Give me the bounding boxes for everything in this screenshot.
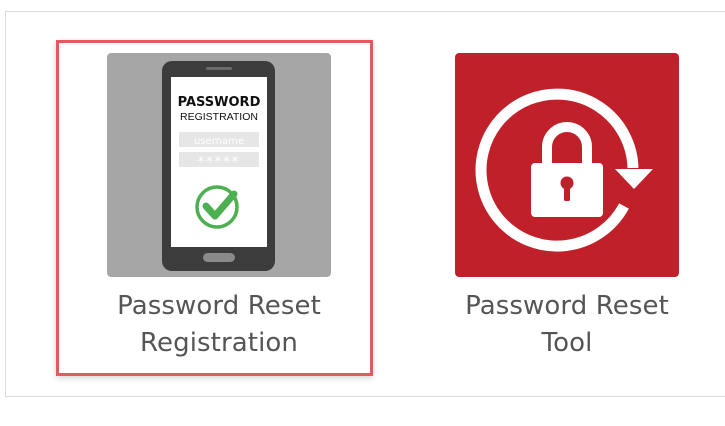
app-tile-label: Password Reset Registration bbox=[107, 288, 331, 362]
app-tile-label-line1: Password Reset bbox=[117, 291, 321, 321]
screen-title-text: PASSWORD bbox=[178, 95, 261, 110]
screen-password-mask-text: ***** bbox=[198, 155, 241, 170]
phone-password-registration-icon: PASSWORD REGISTRATION username ***** bbox=[107, 53, 331, 277]
app-tile-label-line2: Registration bbox=[140, 328, 298, 358]
app-tile-label-line2: Tool bbox=[541, 328, 593, 358]
app-tile-password-reset-tool[interactable]: Password Reset Tool bbox=[455, 53, 679, 362]
screen-subtitle-text: REGISTRATION bbox=[180, 111, 258, 123]
app-tile-password-reset-registration[interactable]: PASSWORD REGISTRATION username ***** Pas… bbox=[107, 53, 331, 362]
app-tile-label-line1: Password Reset bbox=[465, 291, 669, 321]
lock-refresh-icon bbox=[455, 53, 679, 277]
screen-username-text: username bbox=[194, 136, 244, 147]
app-tile-label: Password Reset Tool bbox=[455, 288, 679, 362]
